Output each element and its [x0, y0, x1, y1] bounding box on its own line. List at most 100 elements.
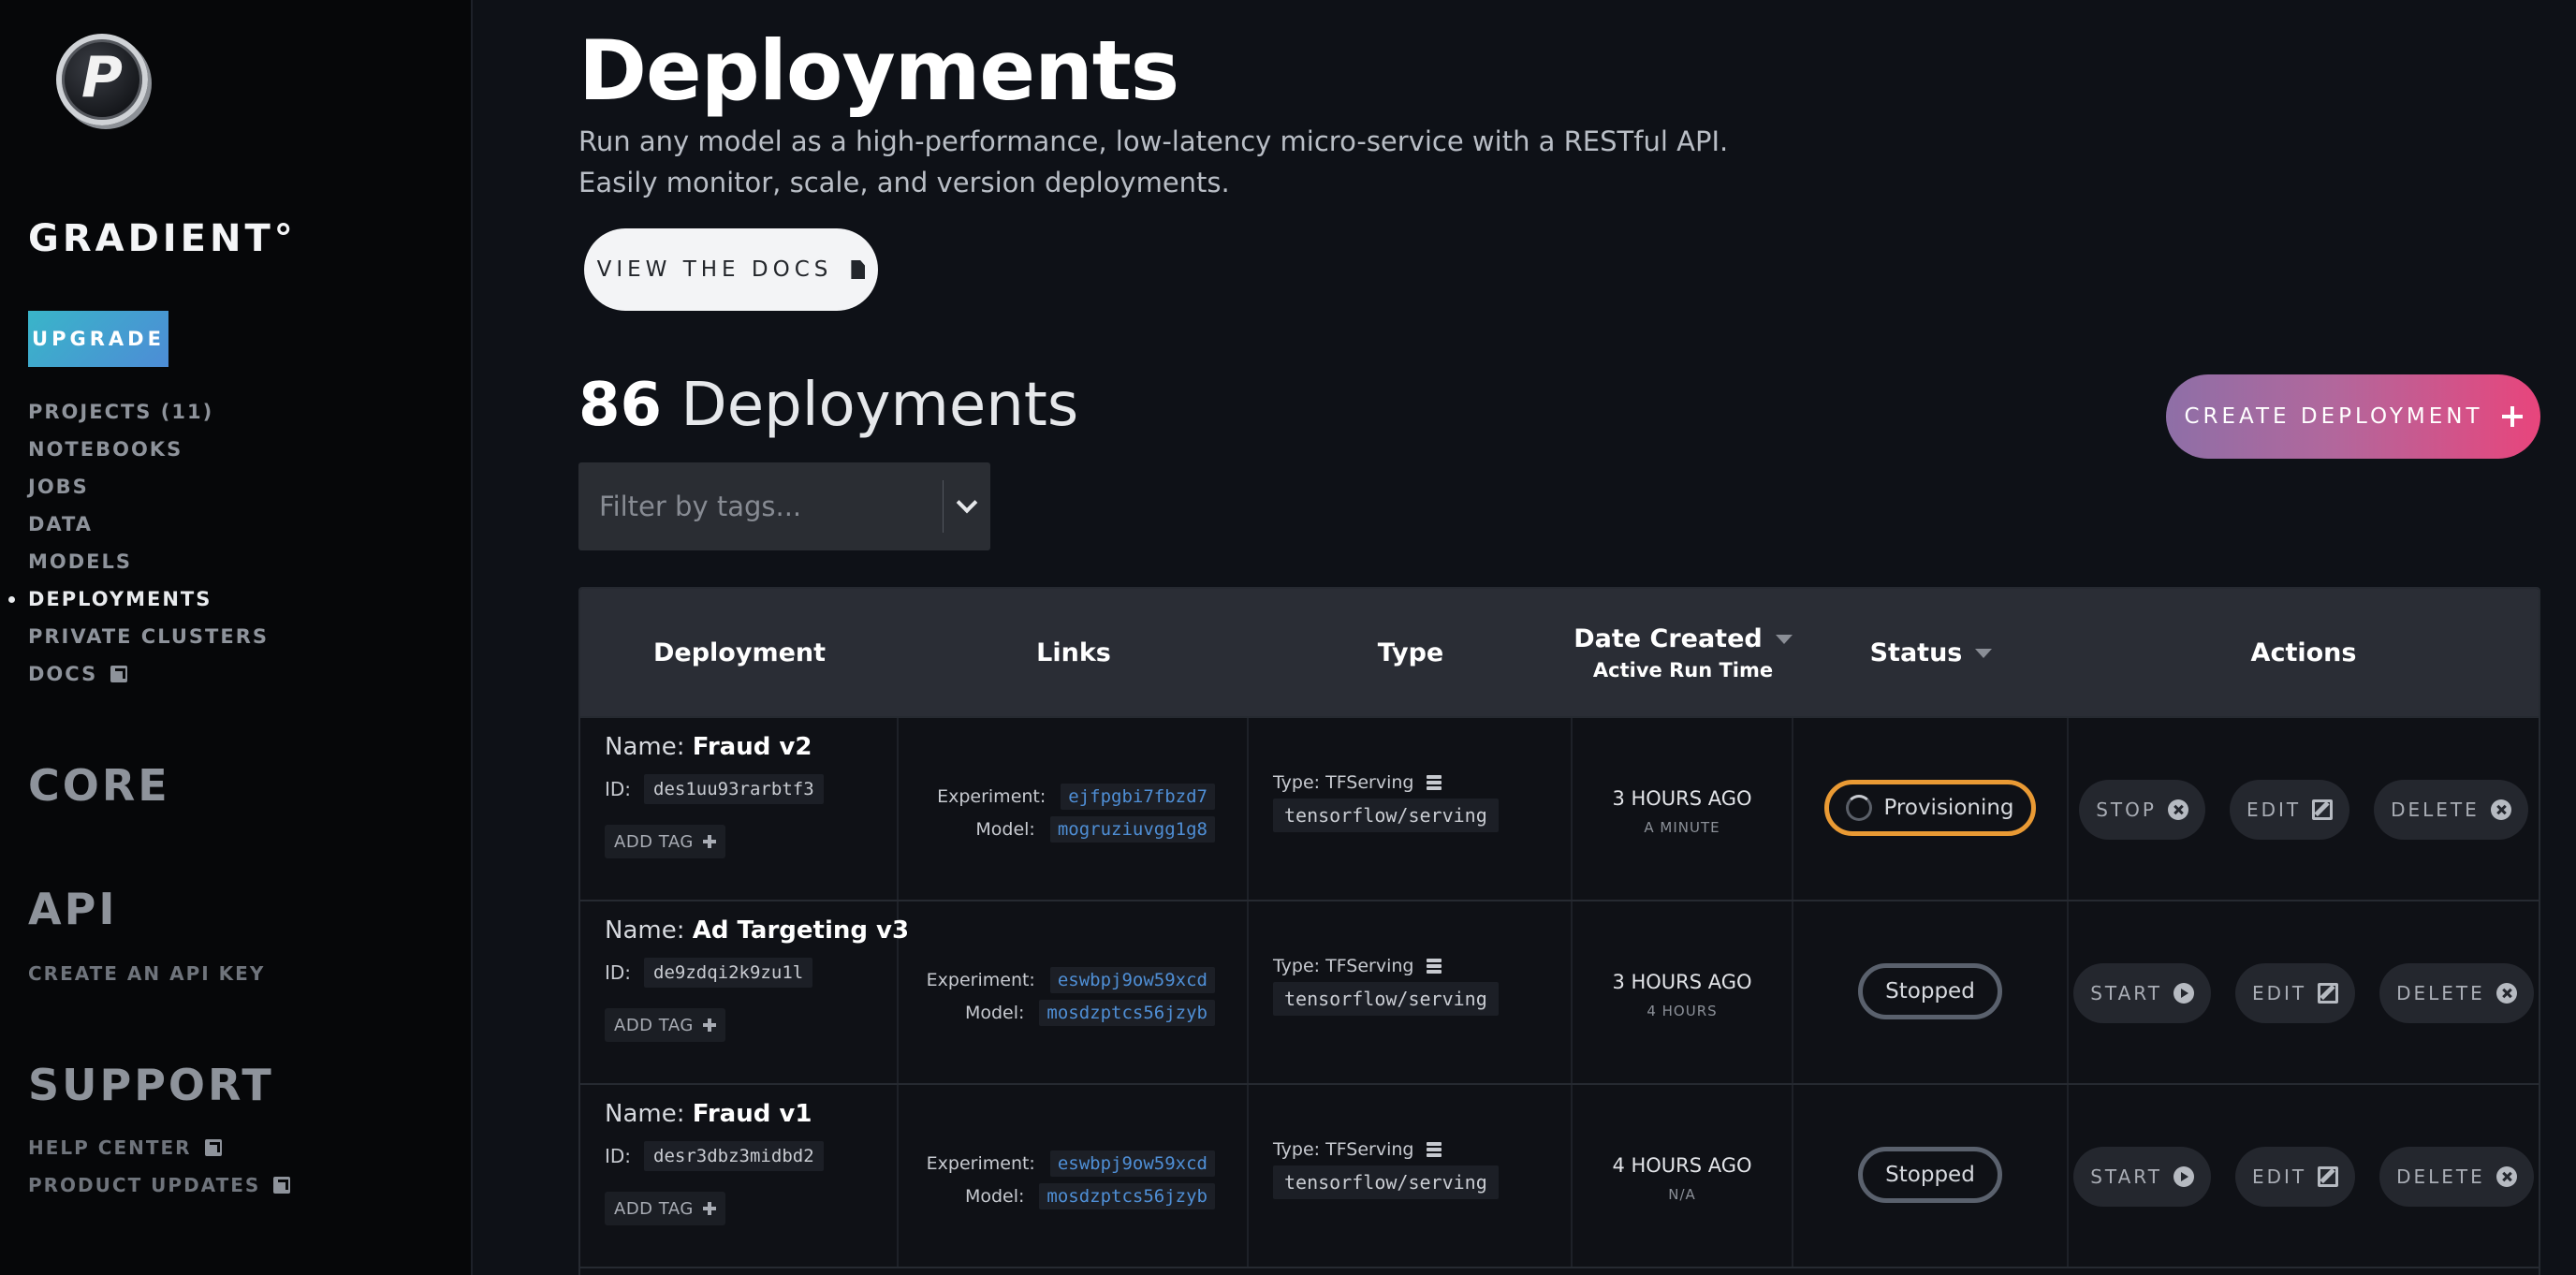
- links-cell: Experiment: eswbpj9ow59xcd Model: mosdzptc…: [899, 901, 1249, 1083]
- links-list: Experiment: eswbpj9ow59xcd Model: mosdzptc…: [927, 963, 1215, 1029]
- type-label: Type:: [1273, 772, 1321, 793]
- type-value: TFServing: [1325, 1139, 1414, 1160]
- sidebar-item-label: DOCS: [28, 663, 98, 685]
- sidebar-item-private-clusters[interactable]: PRIVATE CLUSTERS: [28, 618, 269, 655]
- brand-title: GRADIENT°: [28, 217, 297, 260]
- model-label: Model:: [975, 818, 1035, 840]
- experiment-label: Experiment:: [926, 969, 1035, 990]
- status-badge: Stopped: [1858, 963, 2002, 1019]
- model-label: Model:: [964, 1002, 1025, 1023]
- delete-label: DELETE: [2391, 799, 2480, 821]
- deployment-id-value: desr3dbz3midbd2: [644, 1141, 824, 1171]
- section-support: SUPPORT: [28, 1060, 274, 1110]
- experiment-link[interactable]: eswbpj9ow59xcd: [1049, 1150, 1215, 1177]
- start-button[interactable]: START: [2073, 963, 2211, 1023]
- view-docs-label: VIEW THE DOCS: [596, 257, 833, 282]
- paperspace-logo[interactable]: P: [56, 34, 148, 125]
- add-tag-label: ADD TAG: [614, 1015, 694, 1035]
- edit-button[interactable]: EDIT: [2234, 963, 2356, 1023]
- deployment-name-value: Fraud v2: [692, 733, 812, 761]
- product-updates-label: PRODUCT UPDATES: [28, 1174, 261, 1196]
- image-value: tensorflow/serving: [1273, 982, 1499, 1016]
- header-type: Type: [1249, 589, 1573, 716]
- deployment-id-value: de9zdqi2k9zu1l: [644, 958, 813, 988]
- type-value: TFServing: [1325, 772, 1414, 793]
- actions-group: STOP EDIT DELETE: [2069, 780, 2539, 840]
- delete-button[interactable]: DELETE: [2374, 780, 2528, 840]
- header-deployment-label: Deployment: [652, 638, 827, 667]
- section-core[interactable]: CORE: [28, 760, 170, 811]
- sidebar-item-label: JOBS: [28, 476, 89, 498]
- experiment-link[interactable]: eswbpj9ow59xcd: [1049, 966, 1215, 993]
- logo-letter: P: [81, 45, 123, 110]
- document-icon: [851, 260, 866, 279]
- close-circle-icon: [2496, 1166, 2517, 1187]
- stop-button[interactable]: STOP: [2079, 780, 2205, 840]
- create-deployment-button[interactable]: CREATE DEPLOYMENT: [2166, 374, 2540, 459]
- id-label: ID:: [605, 778, 632, 800]
- sidebar-item-models[interactable]: MODELS: [28, 543, 269, 580]
- create-api-key-link[interactable]: CREATE AN API KEY: [28, 962, 265, 985]
- database-icon: [1427, 775, 1442, 790]
- model-link[interactable]: mogruziuvgg1g8: [1049, 815, 1215, 843]
- product-updates-link[interactable]: PRODUCT UPDATES: [28, 1174, 291, 1196]
- header-date-created[interactable]: Date Created Active Run Time: [1573, 589, 1793, 716]
- sidebar-item-jobs[interactable]: JOBS: [28, 468, 269, 506]
- type-label: Type:: [1273, 956, 1321, 976]
- stop-label: STOP: [2096, 799, 2157, 821]
- name-label: Name:: [605, 916, 685, 945]
- header-status-label: Status: [1869, 638, 1963, 667]
- add-tag-button[interactable]: ADD TAG: [605, 1192, 725, 1225]
- table-row: Name: Fraud v2 ID: des1uu93rarbtf3 ADD TA…: [580, 716, 2539, 900]
- deployment-name-value: Fraud v1: [692, 1100, 812, 1128]
- create-api-key-label: CREATE AN API KEY: [28, 962, 266, 985]
- experiment-label: Experiment:: [926, 1152, 1035, 1174]
- help-center-link[interactable]: HELP CENTER: [28, 1136, 222, 1159]
- add-tag-button[interactable]: ADD TAG: [605, 825, 725, 858]
- filter-dropdown-toggle[interactable]: [944, 462, 990, 550]
- sidebar-item-data[interactable]: DATA: [28, 506, 269, 543]
- add-tag-label: ADD TAG: [614, 831, 694, 852]
- deployment-cell: Name: Ad Targeting v3 ID: de9zdqi2k9zu1l …: [580, 901, 909, 1083]
- date-created: 3 HOURS AGO: [1612, 971, 1752, 993]
- edit-button[interactable]: EDIT: [2229, 780, 2350, 840]
- edit-icon: [2318, 983, 2339, 1004]
- edit-icon: [2318, 1166, 2339, 1187]
- upgrade-button[interactable]: UPGRADE: [28, 311, 168, 367]
- image-value: tensorflow/serving: [1273, 1165, 1499, 1199]
- close-circle-icon: [2167, 799, 2188, 820]
- links-cell: Experiment: eswbpj9ow59xcd Model: mosdzptc…: [899, 1085, 1249, 1267]
- model-link[interactable]: mosdzptcs56jzyb: [1039, 999, 1215, 1026]
- delete-button[interactable]: DELETE: [2379, 963, 2534, 1023]
- deployment-name-value: Ad Targeting v3: [692, 916, 910, 945]
- sidebar-item-label: PROJECTS (11): [28, 401, 214, 423]
- delete-button[interactable]: DELETE: [2379, 1147, 2534, 1207]
- main-content: Deployments Run any model as a high-perf…: [578, 0, 2576, 1275]
- header-actions-label: Actions: [2250, 638, 2357, 667]
- sidebar-item-notebooks[interactable]: NOTEBOOKS: [28, 431, 269, 468]
- edit-button[interactable]: EDIT: [2234, 1147, 2356, 1207]
- date-cell: 3 HOURS AGO A MINUTE: [1573, 718, 1793, 900]
- status-wrap: Stopped: [1793, 963, 2067, 1019]
- date-created: 4 HOURS AGO: [1612, 1154, 1752, 1177]
- status-wrap: Stopped: [1793, 1147, 2067, 1203]
- status-wrap: Provisioning: [1793, 780, 2067, 836]
- experiment-link-row: Experiment: ejfpgbi7fbzd7: [937, 780, 1215, 813]
- header-status[interactable]: Status: [1793, 589, 2069, 716]
- links-list: Experiment: ejfpgbi7fbzd7 Model: mogruziuv…: [937, 780, 1215, 845]
- header-links-label: Links: [1036, 638, 1111, 667]
- deployment-id: ID: de9zdqi2k9zu1l: [605, 958, 813, 988]
- add-tag-button[interactable]: ADD TAG: [605, 1008, 725, 1042]
- experiment-link[interactable]: ejfpgbi7fbzd7: [1061, 783, 1215, 810]
- page-title: Deployments: [578, 22, 1179, 119]
- view-docs-button[interactable]: VIEW THE DOCS: [584, 228, 878, 311]
- spinner-icon: [1846, 795, 1873, 821]
- sidebar-item-projects[interactable]: PROJECTS (11): [28, 393, 269, 431]
- edit-icon: [2312, 799, 2334, 820]
- tag-filter-input[interactable]: [578, 462, 943, 550]
- sidebar-item-docs[interactable]: DOCS: [28, 655, 269, 693]
- model-link[interactable]: mosdzptcs56jzyb: [1039, 1182, 1215, 1209]
- start-button[interactable]: START: [2073, 1147, 2211, 1207]
- plus-icon: [702, 1202, 716, 1215]
- sidebar-item-deployments[interactable]: DEPLOYMENTS: [8, 580, 269, 618]
